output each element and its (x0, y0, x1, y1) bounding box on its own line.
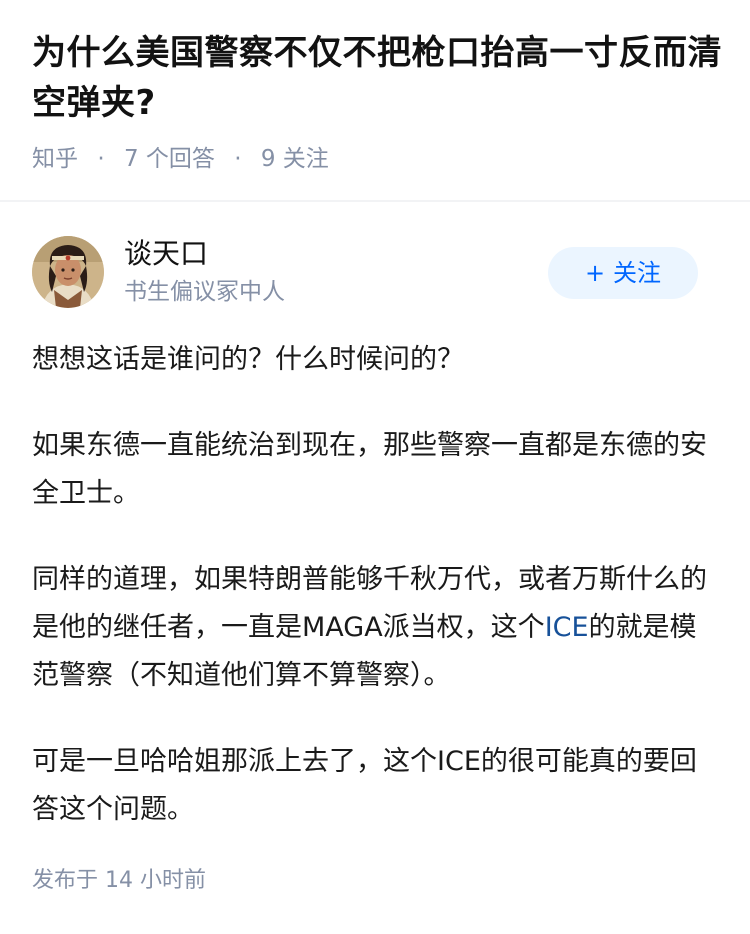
answer-paragraph: 想想这话是谁问的？什么时候问的？ (32, 344, 464, 375)
answer-body: 想想这话是谁问的？什么时候问的？ 如果东德一直能统治到现在，那些警察一直都是东德… (32, 336, 722, 872)
answer-paragraph: 如果东德一直能统治到现在，那些警察一直都是东德的安全卫士。 (32, 430, 707, 509)
follow-button-label: 关注 (613, 259, 662, 287)
question-title[interactable]: 为什么美国警察不仅不把枪口抬高一寸反而清空弹夹? (32, 28, 722, 128)
publish-time: 发布于 14 小时前 (32, 868, 206, 893)
avatar-portrait-icon (32, 236, 104, 308)
meta-separator: · (97, 146, 105, 172)
answer-count[interactable]: 7 个回答 (124, 146, 215, 172)
author-name[interactable]: 谈天口 (124, 235, 208, 273)
meta-separator: · (234, 146, 242, 172)
follow-button[interactable]: + 关注 (548, 247, 698, 299)
section-divider (0, 200, 750, 202)
author-avatar[interactable] (32, 236, 104, 308)
author-bio: 书生偏议冢中人 (124, 279, 285, 305)
answer-paragraph: 可是一旦哈哈姐那派上去了，这个ICE的很可能真的要回答这个问题。 (32, 746, 697, 825)
plus-icon: + (584, 259, 606, 287)
question-meta: 知乎 · 7 个回答 · 9 关注 (32, 142, 329, 176)
answer-paragraph: 同样的道理，如果特朗普能够千秋万代，或者万斯什么的是他的继任者，一直是MAGA派… (32, 556, 722, 700)
source-label[interactable]: 知乎 (32, 146, 78, 172)
ice-link[interactable]: ICE (545, 612, 589, 643)
follow-count[interactable]: 9 关注 (261, 146, 329, 172)
question-header: 为什么美国警察不仅不把枪口抬高一寸反而清空弹夹? (32, 28, 722, 128)
